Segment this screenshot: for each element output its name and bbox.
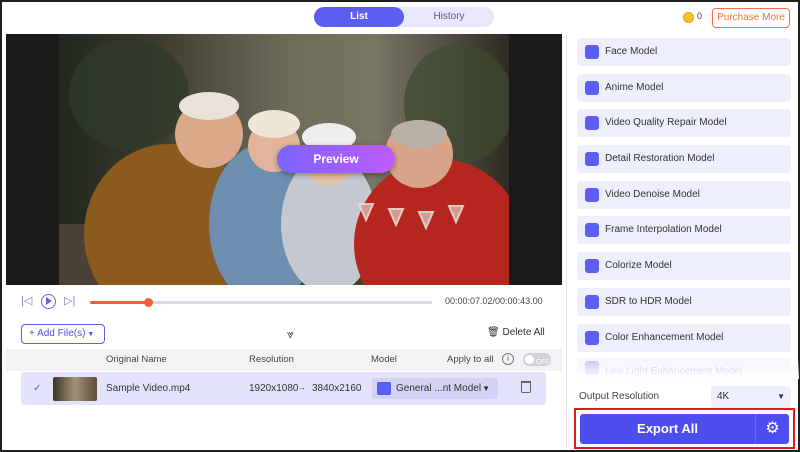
- frame-interp-icon: [585, 223, 599, 237]
- denoise-icon: [585, 188, 599, 202]
- file-list-header: Original Name Resolution Model Apply to …: [6, 349, 562, 371]
- model-item[interactable]: Video Denoise Model: [577, 181, 791, 209]
- anime-icon: [585, 81, 599, 95]
- model-item-label: Video Denoise Model: [605, 189, 700, 200]
- apply-to-all-label: Apply to all: [447, 354, 494, 365]
- output-resolution-value: 4K: [717, 391, 730, 402]
- model-item-label: Anime Model: [605, 82, 664, 93]
- column-resolution: Resolution: [249, 354, 294, 365]
- timeline-handle[interactable]: [144, 298, 154, 307]
- model-item[interactable]: Color Enhancement Model: [577, 324, 791, 352]
- model-item-label: SDR to HDR Model: [605, 296, 692, 307]
- gear-icon[interactable]: ⚙: [755, 414, 789, 444]
- chevron-down-icon: ▼: [482, 384, 490, 393]
- target-resolution: 3840x2160: [312, 383, 362, 394]
- model-icon: [377, 382, 391, 395]
- model-item-label: Colorize Model: [605, 260, 672, 271]
- view-tabs: List History: [314, 7, 494, 27]
- delete-all-label: Delete All: [502, 327, 545, 338]
- column-model: Model: [371, 354, 397, 365]
- preview-button[interactable]: Preview: [277, 145, 395, 173]
- time-readout: 00:00:07.02/00:00:43.00: [445, 296, 543, 306]
- apply-to-all-toggle[interactable]: OFF: [523, 353, 551, 366]
- previous-frame-icon[interactable]: |◁: [21, 294, 32, 308]
- video-thumbnail: [53, 377, 97, 401]
- export-all-button[interactable]: Export All: [580, 414, 755, 444]
- colorize-icon: [585, 259, 599, 273]
- detail-restore-icon: [585, 152, 599, 166]
- file-name: Sample Video.mp4: [106, 383, 191, 394]
- file-row[interactable]: ✓ Sample Video.mp4 1920x1080 → 3840x2160…: [21, 372, 546, 405]
- output-resolution-select[interactable]: 4K ▼: [711, 386, 791, 408]
- model-item[interactable]: Colorize Model: [577, 252, 791, 280]
- video-repair-icon: [585, 116, 599, 130]
- model-item[interactable]: Face Model: [577, 38, 791, 66]
- model-item[interactable]: Video Quality Repair Model: [577, 109, 791, 137]
- model-item-label: Frame Interpolation Model: [605, 224, 722, 235]
- model-select-value: General ...nt Model: [396, 383, 482, 394]
- plus-icon: +: [29, 328, 38, 339]
- timeline-slider[interactable]: [90, 298, 432, 307]
- chevron-down-icon: ▼: [85, 331, 95, 338]
- column-original-name: Original Name: [106, 354, 167, 365]
- preview-frame-image: Preview: [59, 34, 509, 285]
- model-panel: Face Model Anime Model Video Quality Repai…: [566, 34, 799, 448]
- model-item[interactable]: Anime Model: [577, 74, 791, 102]
- model-select[interactable]: General ...nt Model ▼: [372, 378, 498, 399]
- trash-icon[interactable]: [521, 381, 531, 393]
- trash-icon: 🗑: [487, 327, 503, 338]
- chevron-down-icon: ▼: [777, 392, 785, 401]
- face-icon: [585, 45, 599, 59]
- next-frame-icon[interactable]: ▷|: [64, 294, 75, 308]
- add-files-label: Add File(s): [37, 328, 86, 339]
- arrow-right-icon: →: [298, 383, 306, 392]
- model-item-label: Video Quality Repair Model: [605, 117, 727, 128]
- list-fade: [567, 359, 799, 379]
- video-preview: Preview: [6, 34, 562, 285]
- model-item[interactable]: Frame Interpolation Model: [577, 216, 791, 244]
- tab-history[interactable]: History: [404, 7, 494, 27]
- coin-icon: [683, 12, 694, 23]
- hdr-icon: [585, 295, 599, 309]
- player-controls: |◁ ▷| 00:00:07.02/00:00:43.00: [6, 288, 562, 316]
- check-icon[interactable]: ✓: [33, 383, 41, 394]
- coin-count: 0: [697, 11, 703, 21]
- model-item[interactable]: SDR to HDR Model: [577, 288, 791, 316]
- model-item[interactable]: Detail Restoration Model: [577, 145, 791, 173]
- tab-list[interactable]: List: [314, 7, 404, 27]
- collapse-icon[interactable]: ⩔: [287, 328, 294, 340]
- output-resolution-label: Output Resolution: [579, 391, 660, 402]
- source-resolution: 1920x1080: [249, 383, 299, 394]
- info-icon[interactable]: i: [502, 353, 514, 365]
- model-item-label: Color Enhancement Model: [605, 332, 724, 343]
- delete-all-button[interactable]: 🗑 Delete All: [487, 327, 545, 338]
- purchase-more-button[interactable]: Purchase More: [712, 8, 790, 28]
- palette-icon: [585, 331, 599, 345]
- play-icon[interactable]: [41, 294, 56, 309]
- model-item-label: Detail Restoration Model: [605, 153, 715, 164]
- timeline-progress: [90, 301, 149, 304]
- add-files-button[interactable]: + Add File(s) ▼: [21, 324, 105, 344]
- model-item-label: Face Model: [605, 46, 658, 57]
